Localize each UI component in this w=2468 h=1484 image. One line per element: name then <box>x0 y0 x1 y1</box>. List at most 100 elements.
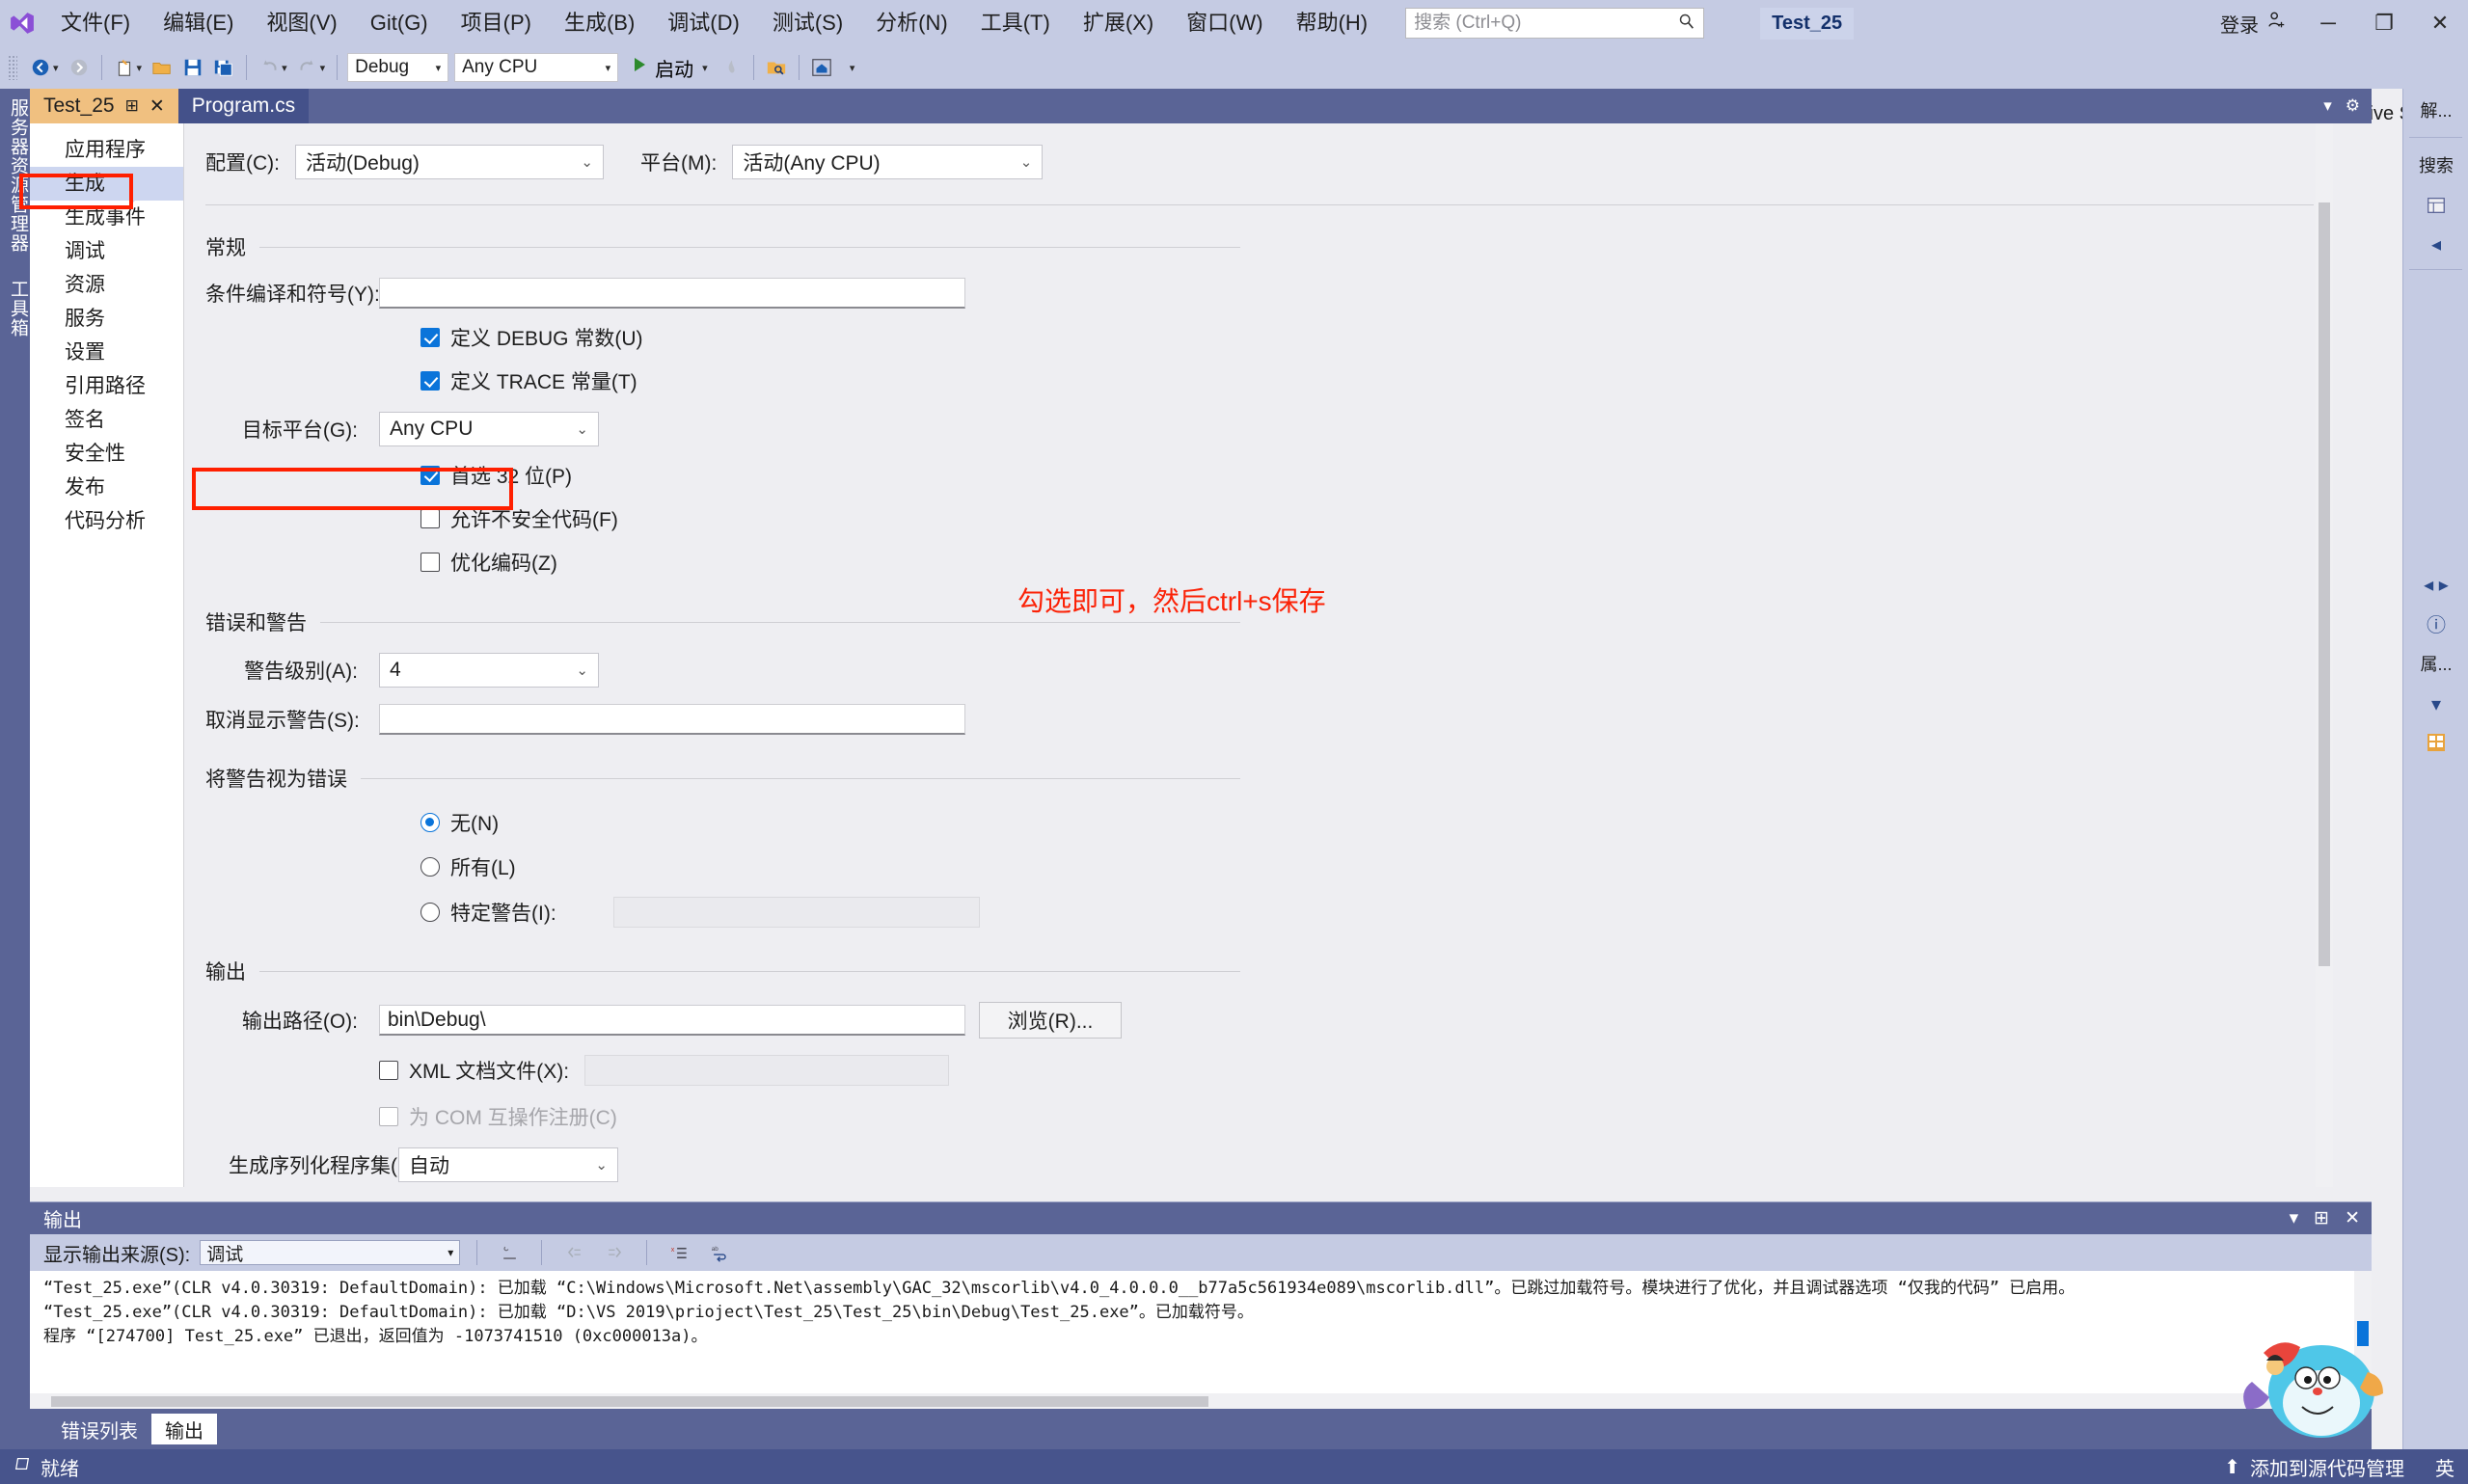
go-to-previous-icon[interactable] <box>558 1238 589 1267</box>
tab-list-chevron-icon[interactable]: ▾ <box>2323 96 2332 116</box>
dock-toolbox[interactable]: 工具箱 <box>5 270 31 337</box>
optimize-code-row[interactable]: 优化编码(Z) <box>184 548 2335 577</box>
main-vertical-scrollbar[interactable] <box>2316 123 2333 1187</box>
define-debug-checkbox[interactable] <box>420 328 440 347</box>
close-icon[interactable]: ✕ <box>149 95 165 118</box>
treat-warnings-all-row[interactable]: 所有(L) <box>184 852 2335 881</box>
menu-file[interactable]: 文件(F) <box>44 0 147 46</box>
propnav-item-build-events[interactable]: 生成事件 <box>30 201 183 234</box>
nav-left-icon[interactable]: ◂ ▸ <box>2403 565 2468 604</box>
close-button[interactable]: ✕ <box>2412 0 2468 46</box>
output-vertical-scrollbar[interactable] <box>2354 1271 2372 1410</box>
allow-unsafe-code-row[interactable]: 允许不安全代码(F) <box>184 504 2335 533</box>
add-to-source-control-label[interactable]: 添加到源代码管理 <box>2250 1453 2404 1481</box>
output-chevron-down-icon[interactable]: ▾ <box>2290 1207 2299 1229</box>
prefer-32bit-row[interactable]: 首选 32 位(P) <box>184 461 2335 490</box>
hot-reload-button[interactable] <box>718 50 746 85</box>
treat-warnings-specific-radio[interactable] <box>420 903 440 922</box>
propnav-item-resources[interactable]: 资源 <box>30 268 183 302</box>
xml-doc-checkbox[interactable] <box>379 1061 398 1080</box>
signin-button[interactable]: 登录 <box>2207 10 2300 38</box>
menu-tools[interactable]: 工具(T) <box>964 0 1067 46</box>
ime-indicator[interactable]: 英 <box>2435 1453 2454 1481</box>
tab-settings-gear-icon[interactable]: ⚙ <box>2346 96 2360 116</box>
treat-warnings-none-row[interactable]: 无(N) <box>184 808 2335 837</box>
output-close-icon[interactable]: ✕ <box>2345 1207 2360 1229</box>
solution-platform-combo[interactable]: Any CPU ▾ <box>454 53 619 82</box>
navigate-forward-button[interactable] <box>64 50 95 85</box>
dock-server-explorer[interactable]: 服务器资源管理器 <box>5 89 31 253</box>
minimize-button[interactable]: ─ <box>2300 0 2356 46</box>
navigate-backward-button[interactable]: ▾ <box>25 50 64 85</box>
redo-button[interactable]: ▾ <box>292 50 331 85</box>
propnav-item-settings[interactable]: 设置 <box>30 336 183 369</box>
dock-solution-explorer[interactable]: 解... <box>2403 89 2468 131</box>
toolbar-overflow-button[interactable]: ▾ <box>837 50 866 85</box>
menu-edit[interactable]: 编辑(E) <box>147 0 250 46</box>
menu-project[interactable]: 项目(P) <box>445 0 548 46</box>
menu-extensions[interactable]: 扩展(X) <box>1067 0 1170 46</box>
treat-warnings-specific-row[interactable]: 特定警告(I): <box>184 897 2335 928</box>
output-hscroll-thumb[interactable] <box>51 1396 1208 1407</box>
warning-level-combo[interactable]: 4 ⌄ <box>379 653 599 688</box>
platform-combo[interactable]: 活动(Any CPU) ⌄ <box>732 145 1044 179</box>
tab-output[interactable]: 输出 <box>151 1414 217 1444</box>
solution-explorer-icon[interactable] <box>2403 186 2468 225</box>
menu-debug[interactable]: 调试(D) <box>651 0 756 46</box>
define-trace-row[interactable]: 定义 TRACE 常量(T) <box>184 366 2335 395</box>
save-button[interactable] <box>177 50 208 85</box>
target-platform-combo[interactable]: Any CPU ⌄ <box>379 412 599 446</box>
start-debug-button[interactable]: 启动 ▾ <box>621 50 718 85</box>
back-dropdown-caret-icon[interactable]: ▾ <box>53 62 59 74</box>
pin-icon[interactable]: ⊞ <box>125 96 139 116</box>
output-text-area[interactable]: “Test_25.exe”(CLR v4.0.30319: DefaultDom… <box>30 1271 2372 1410</box>
info-icon[interactable]: ⓘ <box>2403 604 2468 642</box>
toggle-word-wrap-icon[interactable]: ab <box>704 1238 735 1267</box>
solution-configuration-combo[interactable]: Debug ▾ <box>347 53 449 82</box>
home-page-button[interactable] <box>806 50 837 85</box>
search-in-folder-button[interactable] <box>761 50 792 85</box>
output-pin-icon[interactable]: ⊞ <box>2314 1207 2329 1229</box>
new-project-button[interactable]: ▾ <box>109 50 148 85</box>
collapse-panel-chevron-icon[interactable]: ◂ <box>2403 225 2468 263</box>
restore-button[interactable]: ❐ <box>2356 0 2412 46</box>
propnav-item-signing[interactable]: 签名 <box>30 403 183 437</box>
conditional-symbols-input[interactable] <box>379 278 965 309</box>
clear-output-icon[interactable]: x <box>664 1238 694 1267</box>
output-source-combo[interactable]: 调试 ▾ <box>200 1240 461 1265</box>
save-all-button[interactable] <box>208 50 239 85</box>
propnav-item-application[interactable]: 应用程序 <box>30 133 183 167</box>
tab-program-cs[interactable]: Program.cs <box>177 89 310 123</box>
go-to-next-icon[interactable] <box>599 1238 630 1267</box>
source-control-upload-icon[interactable]: ⬆ <box>2224 1455 2240 1479</box>
xml-doc-input[interactable] <box>584 1055 950 1086</box>
define-trace-checkbox[interactable] <box>420 371 440 391</box>
treat-warnings-all-radio[interactable] <box>420 857 440 877</box>
propnav-item-build[interactable]: 生成 <box>30 167 183 201</box>
propnav-item-debug[interactable]: 调试 <box>30 234 183 268</box>
open-file-button[interactable] <box>147 50 177 85</box>
menu-analyze[interactable]: 分析(N) <box>859 0 964 46</box>
output-horizontal-scrollbar[interactable] <box>30 1393 2372 1410</box>
new-dropdown-caret-icon[interactable]: ▾ <box>137 62 143 74</box>
menu-window[interactable]: 窗口(W) <box>1170 0 1279 46</box>
redo-dropdown-caret-icon[interactable]: ▾ <box>320 62 326 74</box>
menu-view[interactable]: 视图(V) <box>250 0 353 46</box>
properties-grid-icon[interactable] <box>2403 723 2468 762</box>
configuration-combo[interactable]: 活动(Debug) ⌄ <box>295 145 604 179</box>
treat-warnings-none-radio[interactable] <box>420 813 440 832</box>
menu-test[interactable]: 测试(S) <box>756 0 859 46</box>
properties-chevron-down-icon[interactable]: ▾ <box>2403 685 2468 723</box>
prefer-32bit-checkbox[interactable] <box>420 466 440 485</box>
output-vscroll-thumb[interactable] <box>2357 1321 2369 1346</box>
dock-properties[interactable]: 属... <box>2403 642 2468 685</box>
clear-all-icon[interactable] <box>494 1238 525 1267</box>
output-path-input[interactable]: bin\Debug\ <box>379 1005 965 1036</box>
define-debug-row[interactable]: 定义 DEBUG 常数(U) <box>184 323 2335 352</box>
dock-search[interactable]: 搜索 <box>2403 144 2468 186</box>
treat-warnings-specific-input[interactable] <box>612 897 980 928</box>
menu-git[interactable]: Git(G) <box>354 0 445 46</box>
start-dropdown-caret-icon[interactable]: ▾ <box>702 62 708 74</box>
main-scrollbar-thumb[interactable] <box>2319 202 2330 966</box>
undo-button[interactable]: ▾ <box>254 50 292 85</box>
